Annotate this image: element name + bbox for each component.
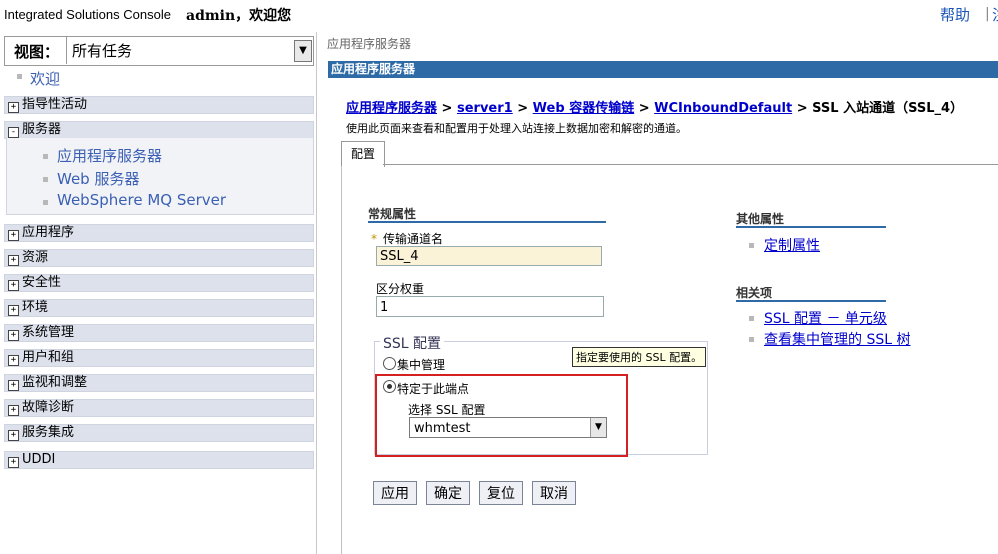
nav-section-label: 安全性 <box>22 275 62 290</box>
console-title: Integrated Solutions Console <box>4 7 171 22</box>
bullet-icon <box>749 337 754 342</box>
nav-section-label: 资源 <box>22 250 49 265</box>
nav-section-users-groups[interactable]: + 用户和组 <box>4 349 314 367</box>
radio-centrally-managed[interactable] <box>383 357 396 370</box>
reset-button[interactable]: 复位 <box>479 481 523 505</box>
related-items-heading: 相关项 <box>736 286 773 300</box>
nav-section-monitoring[interactable]: + 监视和调整 <box>4 374 314 392</box>
nav-section-label: 应用程序 <box>22 225 75 240</box>
required-icon: * <box>371 232 377 246</box>
nav-section-environment[interactable]: + 环境 <box>4 299 314 317</box>
ssl-config-cell-link[interactable]: SSL 配置 － 单元级 <box>764 308 887 328</box>
nav-section-label: 用户和组 <box>22 350 75 365</box>
bullet-icon <box>43 200 48 205</box>
radio-endpoint-specific-label: 特定于此端点 <box>397 382 470 396</box>
nav-section-uddi[interactable]: + UDDI <box>4 451 314 469</box>
heading-underline <box>736 226 886 228</box>
nav-section-service-integration[interactable]: + 服务集成 <box>4 424 314 442</box>
apply-button[interactable]: 应用 <box>373 481 417 505</box>
tab-configuration[interactable]: 配置 <box>341 141 385 167</box>
ok-button[interactable]: 确定 <box>426 481 470 505</box>
cancel-button[interactable]: 取消 <box>532 481 576 505</box>
bullet-icon <box>17 74 22 79</box>
chevron-down-icon[interactable]: ▼ <box>294 40 312 62</box>
radio-endpoint-specific[interactable] <box>383 380 396 393</box>
nav-section-label: 服务集成 <box>22 425 75 440</box>
expand-icon[interactable]: + <box>8 305 19 316</box>
bullet-icon <box>749 243 754 248</box>
nav-web-servers-link[interactable]: Web 服务器 <box>57 168 139 189</box>
path-separator: > <box>517 101 529 116</box>
ssl-config-legend: SSL 配置 <box>380 333 445 353</box>
path-separator: > <box>441 101 453 116</box>
path-link-web-container-chain[interactable]: Web 容器传输链 <box>533 101 635 116</box>
tab-divider <box>383 164 998 165</box>
heading-underline <box>736 300 886 302</box>
nav-section-servers[interactable]: - 服务器 <box>4 121 314 139</box>
custom-properties-link[interactable]: 定制属性 <box>764 235 820 255</box>
panel-border <box>341 166 342 554</box>
view-ssl-tree-link[interactable]: 查看集中管理的 SSL 树 <box>764 329 910 349</box>
expand-icon[interactable]: + <box>8 330 19 341</box>
heading-underline <box>368 221 606 223</box>
nav-section-applications[interactable]: + 应用程序 <box>4 224 314 242</box>
general-properties-heading: 常规属性 <box>368 207 417 221</box>
radio-centrally-managed-label: 集中管理 <box>397 358 446 372</box>
view-select-value[interactable]: 所有任务 <box>72 40 132 61</box>
bullet-icon <box>43 177 48 182</box>
nav-section-label: 服务器 <box>22 122 62 137</box>
bullet-icon <box>43 154 48 159</box>
collapse-icon[interactable]: - <box>8 127 19 138</box>
path-separator: > <box>638 101 650 116</box>
ssl-select-label: 选择 SSL 配置 <box>408 403 486 417</box>
expand-icon[interactable]: + <box>8 430 19 441</box>
navigation-path: 应用程序服务器 > server1 > Web 容器传输链 > WCInboun… <box>346 97 963 116</box>
expand-icon[interactable]: + <box>8 457 19 468</box>
expand-icon[interactable]: + <box>8 255 19 266</box>
logout-link[interactable]: 注 <box>992 4 998 25</box>
nav-section-troubleshooting[interactable]: + 故障诊断 <box>4 399 314 417</box>
discrimination-weight-input[interactable]: 1 <box>376 296 604 317</box>
nav-section-system-admin[interactable]: + 系统管理 <box>4 324 314 342</box>
view-label: 视图： <box>14 43 60 61</box>
nav-section-security[interactable]: + 安全性 <box>4 274 314 292</box>
page-title: 应用程序服务器 <box>328 61 998 78</box>
nav-section-label: 故障诊断 <box>22 400 75 415</box>
path-separator: > <box>796 101 808 116</box>
other-properties-heading: 其他属性 <box>736 212 785 226</box>
nav-section-guided-activities[interactable]: + 指导性活动 <box>4 96 314 114</box>
channel-name-input[interactable]: SSL_4 <box>376 246 602 266</box>
path-link-server1[interactable]: server1 <box>457 101 513 116</box>
path-current: SSL 入站通道（SSL_4） <box>812 101 964 116</box>
expand-icon[interactable]: + <box>8 380 19 391</box>
chevron-down-icon[interactable]: ▼ <box>590 418 606 437</box>
nav-welcome-link[interactable]: 欢迎 <box>30 68 60 89</box>
ssl-config-select[interactable]: whmtest <box>409 417 607 438</box>
channel-name-label: 传输通道名 <box>383 232 444 246</box>
nav-section-label: 监视和调整 <box>22 375 88 390</box>
page-description: 使用此页面来查看和配置用于处理入站连接上数据加密和解密的通道。 <box>346 122 687 135</box>
expand-icon[interactable]: + <box>8 355 19 366</box>
view-divider <box>66 36 67 64</box>
nav-section-label: UDDI <box>22 452 56 467</box>
nav-section-label: 指导性活动 <box>22 97 88 112</box>
welcome-message: admin，欢迎您 <box>186 8 292 24</box>
path-link-wcinbound[interactable]: WCInboundDefault <box>654 101 792 116</box>
nav-section-label: 系统管理 <box>22 325 75 340</box>
expand-icon[interactable]: + <box>8 230 19 241</box>
path-link-app-servers[interactable]: 应用程序服务器 <box>346 101 437 116</box>
discrimination-weight-label: 区分权重 <box>376 282 425 296</box>
tooltip: 指定要使用的 SSL 配置。 <box>572 347 707 367</box>
breadcrumb: 应用程序服务器 <box>327 37 412 51</box>
bullet-icon <box>749 316 754 321</box>
expand-icon[interactable]: + <box>8 102 19 113</box>
nav-app-servers-link[interactable]: 应用程序服务器 <box>57 145 162 166</box>
expand-icon[interactable]: + <box>8 280 19 291</box>
nav-section-resources[interactable]: + 资源 <box>4 249 314 267</box>
nav-mq-server-link[interactable]: WebSphere MQ Server <box>57 191 226 209</box>
header-separator: | <box>985 6 990 22</box>
expand-icon[interactable]: + <box>8 405 19 416</box>
help-link[interactable]: 帮助 <box>940 4 970 25</box>
nav-section-label: 环境 <box>22 300 49 315</box>
